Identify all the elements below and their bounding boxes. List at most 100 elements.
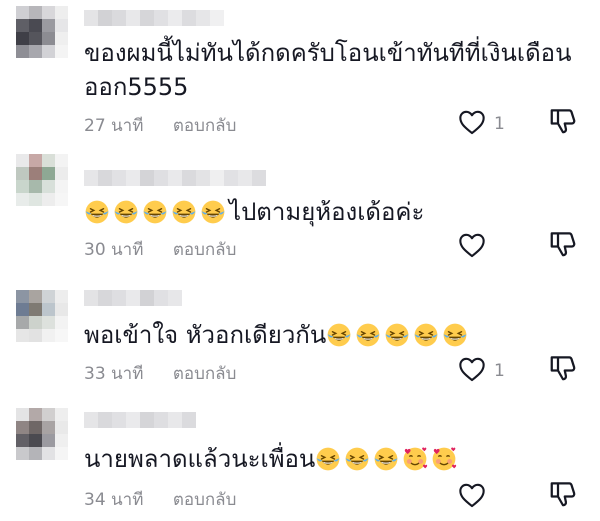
username-pixel bbox=[84, 170, 98, 186]
avatar-pixel bbox=[16, 303, 29, 316]
avatar[interactable] bbox=[16, 6, 68, 58]
thumbs-down-icon bbox=[548, 356, 578, 387]
username-pixel bbox=[98, 10, 112, 26]
username-pixel bbox=[182, 170, 196, 186]
thumbs-down-icon bbox=[548, 232, 578, 263]
heart-icon bbox=[458, 356, 486, 386]
tears-of-joy-emoji-icon bbox=[315, 446, 341, 472]
avatar-pixel bbox=[42, 421, 55, 434]
avatar-pixel bbox=[29, 19, 42, 32]
avatar-pixel bbox=[55, 290, 68, 303]
avatar-pixel bbox=[29, 45, 42, 58]
username-pixel bbox=[238, 170, 252, 186]
username-pixel bbox=[98, 412, 112, 428]
tears-of-joy-emoji-icon bbox=[373, 446, 399, 472]
username-pixel bbox=[84, 412, 98, 428]
like-button[interactable] bbox=[458, 232, 494, 262]
tears-of-joy-emoji-icon bbox=[142, 199, 168, 225]
avatar-pixel bbox=[42, 316, 55, 329]
avatar-pixel bbox=[42, 447, 55, 460]
avatar-pixel bbox=[16, 167, 29, 180]
tears-of-joy-emoji-icon bbox=[171, 199, 197, 225]
like-button[interactable]: 1 bbox=[458, 356, 505, 386]
comment-meta: 33 นาที ตอบกลับ bbox=[84, 360, 236, 387]
dislike-button[interactable] bbox=[548, 106, 578, 136]
heart-icon bbox=[458, 109, 486, 139]
tears-of-joy-emoji-icon bbox=[344, 446, 370, 472]
username-pixel bbox=[154, 290, 168, 306]
username-pixel bbox=[126, 170, 140, 186]
username-pixel bbox=[154, 412, 168, 428]
avatar-pixel bbox=[16, 434, 29, 447]
username-blurred[interactable] bbox=[84, 10, 224, 26]
avatar-pixel bbox=[55, 329, 68, 342]
username-pixel bbox=[210, 10, 224, 26]
like-button[interactable]: 1 bbox=[458, 109, 505, 139]
comment-text: ของผมนี้ไม่ทันได้กดครับโอนเข้าทันทีที่เง… bbox=[84, 36, 572, 104]
reply-button[interactable]: ตอบกลับ bbox=[173, 490, 237, 510]
reply-button[interactable]: ตอบกลับ bbox=[173, 116, 237, 136]
comment-text-line: นายพลาดแล้วนะเพื่อน bbox=[84, 445, 316, 473]
avatar-pixel bbox=[29, 421, 42, 434]
avatar-pixel bbox=[55, 434, 68, 447]
avatar[interactable] bbox=[16, 290, 68, 342]
comment-text-line: พอเข้าใจ หัวอกเดียวกัน bbox=[84, 321, 327, 349]
dislike-button[interactable] bbox=[548, 479, 578, 509]
reply-button[interactable]: ตอบกลับ bbox=[173, 364, 237, 384]
comment-text: นายพลาดแล้วนะเพื่อน bbox=[84, 442, 460, 476]
avatar-pixel bbox=[29, 329, 42, 342]
emoji-group bbox=[326, 321, 471, 349]
username-pixel bbox=[126, 290, 140, 306]
avatar-pixel bbox=[55, 19, 68, 32]
avatar-pixel bbox=[55, 6, 68, 19]
avatar-pixel bbox=[55, 167, 68, 180]
avatar-pixel bbox=[16, 19, 29, 32]
avatar-pixel bbox=[42, 32, 55, 45]
comment-text: พอเข้าใจ หัวอกเดียวกัน bbox=[84, 318, 471, 352]
username-blurred[interactable] bbox=[84, 290, 182, 306]
username-pixel bbox=[224, 170, 238, 186]
avatar[interactable] bbox=[16, 408, 68, 460]
tears-of-joy-emoji-icon bbox=[413, 322, 439, 348]
tears-of-joy-emoji-icon bbox=[384, 322, 410, 348]
avatar-pixel bbox=[16, 290, 29, 303]
avatar-pixel bbox=[29, 408, 42, 421]
dislike-button[interactable] bbox=[548, 229, 578, 259]
avatar[interactable] bbox=[16, 154, 68, 206]
username-pixel bbox=[112, 10, 126, 26]
avatar-pixel bbox=[55, 45, 68, 58]
avatar-pixel bbox=[16, 316, 29, 329]
username-pixel bbox=[112, 290, 126, 306]
like-count: 1 bbox=[494, 114, 505, 134]
username-pixel bbox=[154, 170, 168, 186]
avatar-pixel bbox=[29, 316, 42, 329]
comment-text-line: ของผมนี้ไม่ทันได้กดครับโอนเข้าทันทีที่เง… bbox=[84, 39, 572, 67]
username-pixel bbox=[140, 290, 154, 306]
username-pixel bbox=[182, 412, 196, 428]
username-blurred[interactable] bbox=[84, 170, 266, 186]
avatar-pixel bbox=[42, 45, 55, 58]
comment-meta: 30 นาที ตอบกลับ bbox=[84, 236, 236, 263]
reply-button[interactable]: ตอบกลับ bbox=[173, 240, 237, 260]
avatar-pixel bbox=[55, 303, 68, 316]
username-pixel bbox=[182, 10, 196, 26]
username-pixel bbox=[252, 170, 266, 186]
username-pixel bbox=[168, 10, 182, 26]
username-pixel bbox=[210, 170, 224, 186]
dislike-button[interactable] bbox=[548, 353, 578, 383]
avatar-pixel bbox=[16, 45, 29, 58]
avatar-pixel bbox=[42, 180, 55, 193]
like-button[interactable] bbox=[458, 482, 494, 512]
username-pixel bbox=[154, 10, 168, 26]
emoji-group bbox=[315, 445, 460, 473]
avatar-pixel bbox=[55, 421, 68, 434]
smiling-hearts-emoji-icon bbox=[402, 446, 428, 472]
like-count: 1 bbox=[494, 361, 505, 381]
tears-of-joy-emoji-icon bbox=[442, 322, 468, 348]
smiling-hearts-emoji-icon bbox=[431, 446, 457, 472]
avatar-pixel bbox=[29, 32, 42, 45]
avatar-pixel bbox=[16, 421, 29, 434]
username-blurred[interactable] bbox=[84, 412, 196, 428]
comment-time: 33 นาที bbox=[84, 364, 144, 384]
avatar-pixel bbox=[42, 290, 55, 303]
